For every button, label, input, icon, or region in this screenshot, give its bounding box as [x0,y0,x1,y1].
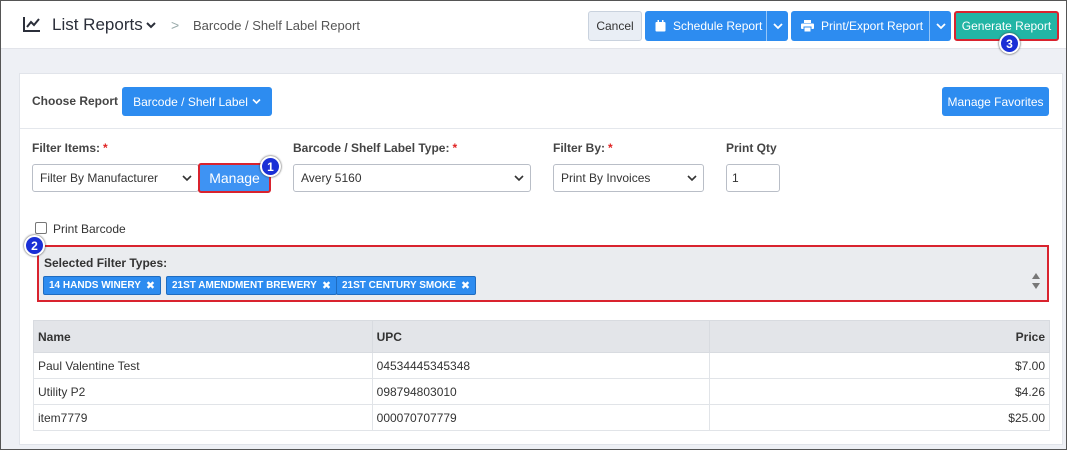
filter-by-label-text: Filter By: [553,141,606,155]
report-card: Choose Report Barcode / Shelf Label Mana… [19,73,1063,445]
column-header-upc[interactable]: UPC [371,320,711,353]
filter-items-label-text: Filter Items: [32,141,101,155]
filter-tag-label: 21ST AMENDMENT BREWERY [172,280,317,291]
manage-favorites-button[interactable]: Manage Favorites [942,87,1049,116]
cell-price: $4.26 [709,378,1050,405]
cell-price: $7.00 [709,352,1050,379]
chevron-down-icon [772,23,783,30]
cell-price: $25.00 [709,404,1050,431]
annotation-badge-3: 3 [999,33,1020,54]
page-title: List Reports [52,15,143,34]
filter-tag: 21ST AMENDMENT BREWERY ✖ [166,276,338,295]
cell-upc: 098794803010 [371,378,711,405]
filter-tag-label: 21ST CENTURY SMOKE [342,280,456,291]
table-header-row: Name UPC Price [33,320,1050,353]
table-row[interactable]: Utility P2 098794803010 $4.26 [33,378,1050,405]
app-frame: List Reports > Barcode / Shelf Label Rep… [0,0,1067,450]
selected-filter-types-title: Selected Filter Types: [44,256,168,270]
print-export-dropdown-toggle[interactable] [929,11,951,41]
breadcrumb: Barcode / Shelf Label Report [193,18,360,33]
chart-line-icon [23,17,40,32]
column-header-name[interactable]: Name [33,320,373,353]
chevron-down-icon [514,175,524,182]
print-barcode-label[interactable]: Print Barcode [53,222,126,236]
column-header-price[interactable]: Price [709,320,1050,353]
label-type-value: Avery 5160 [301,171,362,185]
breadcrumb-separator: > [171,17,180,33]
filter-tag-label: 14 HANDS WINERY [49,280,141,291]
top-bar: List Reports > Barcode / Shelf Label Rep… [1,1,1066,49]
remove-tag-icon[interactable]: ✖ [146,279,155,292]
filter-tag: 14 HANDS WINERY ✖ [43,276,162,295]
report-table: Name UPC Price Paul Valentine Test 04534… [33,320,1050,431]
filter-items-select[interactable]: Filter By Manufacturer [32,164,199,192]
annotation-badge-1: 1 [260,156,281,177]
cell-name: item7779 [33,404,373,431]
cell-name: Utility P2 [33,378,373,405]
print-qty-label: Print Qty [726,141,777,155]
remove-tag-icon[interactable]: ✖ [461,279,470,292]
choose-report-label: Choose Report [32,94,119,108]
cell-upc: 04534445345348 [371,352,711,379]
filter-by-label: Filter By: * [553,141,613,155]
label-type-select[interactable]: Avery 5160 [293,164,531,192]
cell-name: Paul Valentine Test [33,352,373,379]
required-mark: * [103,141,108,155]
cell-upc: 000070707779 [371,404,711,431]
required-mark: * [608,141,613,155]
annotation-badge-2: 2 [24,235,45,256]
filter-items-label: Filter Items: * [32,141,108,155]
table-row[interactable]: Paul Valentine Test 04534445345348 $7.00 [33,352,1050,379]
selected-filter-types-box: Selected Filter Types: 14 HANDS WINERY ✖… [37,245,1049,302]
label-type-label: Barcode / Shelf Label Type: * [293,141,457,155]
divider [20,128,1062,129]
scroll-arrows-icon[interactable] [1031,271,1041,291]
choose-report-dropdown[interactable]: Barcode / Shelf Label [122,87,272,116]
choose-report-value: Barcode / Shelf Label [133,94,248,109]
filter-tag: 21ST CENTURY SMOKE ✖ [336,276,477,295]
remove-tag-icon[interactable]: ✖ [322,279,331,292]
chevron-down-icon[interactable] [144,18,158,32]
print-barcode-checkbox[interactable] [35,222,47,234]
print-qty-input[interactable]: 1 [726,164,780,192]
filter-by-select[interactable]: Print By Invoices [553,164,704,192]
table-row[interactable]: item7779 000070707779 $25.00 [33,404,1050,431]
schedule-report-label: Schedule Report [673,19,763,33]
schedule-report-button[interactable]: Schedule Report [645,11,788,41]
printer-icon [801,20,814,32]
chevron-down-icon [252,98,261,105]
filter-by-value: Print By Invoices [561,171,651,185]
print-export-button[interactable]: Print/Export Report [791,11,951,41]
chevron-down-icon [182,175,192,182]
required-mark: * [452,141,458,155]
filter-items-value: Filter By Manufacturer [40,171,159,185]
schedule-dropdown-toggle[interactable] [766,11,788,41]
chevron-down-icon [687,175,697,182]
label-type-label-text: Barcode / Shelf Label Type: [293,141,450,155]
print-export-label: Print/Export Report [821,19,924,33]
cancel-button[interactable]: Cancel [588,11,642,41]
calendar-icon [655,20,666,32]
chevron-down-icon [935,23,946,30]
